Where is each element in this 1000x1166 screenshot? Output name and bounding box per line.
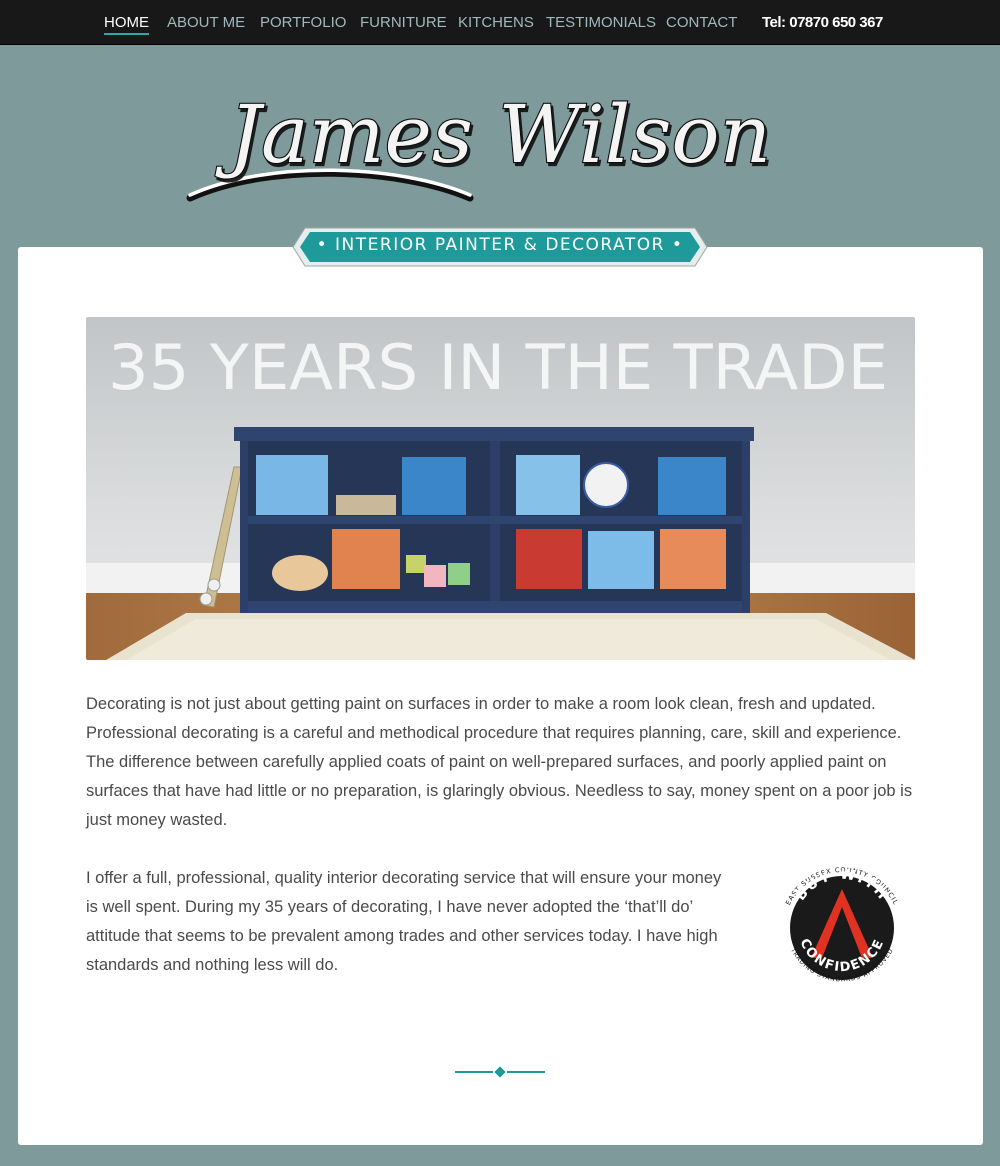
section-divider (455, 1066, 545, 1078)
tagline-ribbon: • INTERIOR PAINTER & DECORATOR • (291, 226, 709, 268)
logo-wordmark: James Wilson (186, 87, 772, 202)
nav-item-testimonials[interactable]: TESTIMONIALS (546, 14, 656, 31)
nav-item-furniture[interactable]: FURNITURE (360, 14, 447, 31)
buy-with-confidence-badge: EAST SUSSEX COUNTY COUNCIL BUY WITH CONF… (776, 855, 908, 1005)
hero-heading: 35 YEARS IN THE TRADE (108, 331, 888, 404)
nav-item-portfolio[interactable]: PORTFOLIO (260, 14, 346, 31)
hero-banner: 35 YEARS IN THE TRADE (86, 317, 915, 660)
logo-text: James Wilson (215, 88, 771, 181)
intro-paragraph: Decorating is not just about getting pai… (86, 695, 913, 829)
top-navigation-bar: HOME ABOUT ME PORTFOLIO FURNITURE KITCHE… (0, 0, 1000, 45)
nav-item-contact[interactable]: CONTACT (666, 14, 737, 31)
nav-item-kitchens[interactable]: KITCHENS (458, 14, 534, 31)
nav-item-home[interactable]: HOME (104, 14, 149, 35)
hero-image: 35 YEARS IN THE TRADE (86, 317, 915, 660)
shelf-unit-graphic (234, 427, 754, 613)
nav-item-about-me[interactable]: ABOUT ME (167, 14, 245, 31)
buy-with-confidence-logo: EAST SUSSEX COUNTY COUNCIL BUY WITH CONF… (784, 866, 899, 983)
site-logo[interactable]: James Wilson (180, 70, 820, 220)
service-paragraph: I offer a full, professional, quality in… (86, 869, 722, 974)
tagline-text: • INTERIOR PAINTER & DECORATOR • (316, 235, 684, 255)
phone-number: Tel: 07870 650 367 (762, 14, 883, 31)
